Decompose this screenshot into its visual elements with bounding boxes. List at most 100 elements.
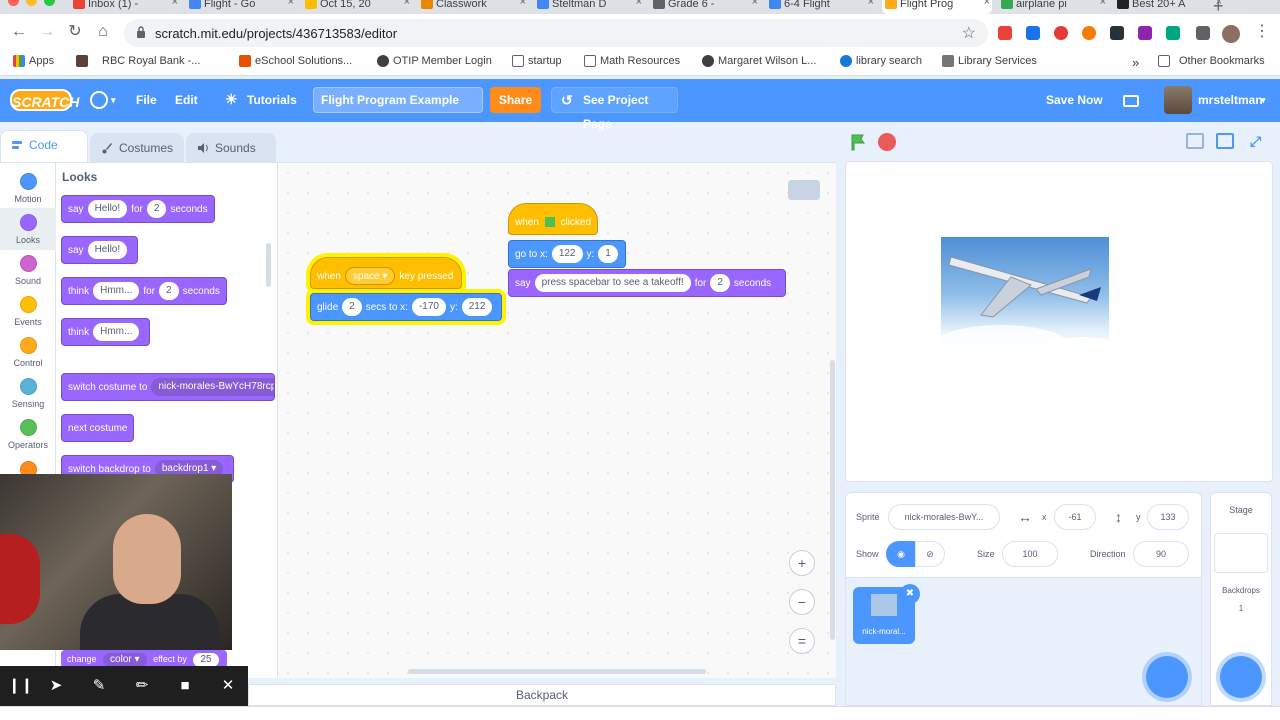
close-icon[interactable]: ✕ bbox=[218, 676, 238, 696]
large-stage-icon[interactable] bbox=[1216, 133, 1234, 149]
browser-tab[interactable]: Flight - Go × bbox=[186, 0, 296, 14]
green-flag-button[interactable] bbox=[849, 132, 869, 152]
seconds-input[interactable]: 2 bbox=[146, 200, 167, 219]
script-area-vertical-scrollbar[interactable] bbox=[830, 360, 835, 640]
extension-icon[interactable] bbox=[1110, 26, 1124, 40]
sprite-direction-input[interactable]: 90 bbox=[1133, 541, 1189, 567]
close-tab-icon[interactable]: × bbox=[636, 0, 642, 8]
tab-code[interactable]: Code bbox=[0, 130, 88, 164]
browser-tab[interactable]: Grade 6 - × bbox=[650, 0, 760, 14]
highlighter-icon[interactable]: ✏ bbox=[132, 676, 152, 696]
switch-costume-block[interactable]: switch costume to nick-morales-BwYcH78rcp bbox=[61, 373, 275, 401]
category-operators[interactable]: Operators bbox=[0, 413, 56, 455]
maximize-window-button[interactable] bbox=[44, 0, 55, 6]
bookmark-apps[interactable]: Apps bbox=[13, 55, 54, 67]
bookmark-library-search[interactable]: library search bbox=[840, 55, 922, 67]
file-menu[interactable]: File bbox=[136, 93, 157, 107]
glide-y-input[interactable]: 212 bbox=[461, 298, 493, 317]
close-tab-icon[interactable]: × bbox=[868, 0, 874, 8]
when-flag-clicked-hat-block[interactable]: when clicked bbox=[508, 203, 598, 235]
zoom-reset-button[interactable]: = bbox=[789, 628, 815, 654]
pen-icon[interactable]: ✎ bbox=[89, 676, 109, 696]
extension-icon[interactable] bbox=[1138, 26, 1152, 40]
see-project-page-button[interactable]: ↺ See Project Page bbox=[551, 87, 678, 131]
costume-dropdown[interactable]: nick-morales-BwYcH78rcp bbox=[151, 378, 274, 397]
add-backdrop-button[interactable] bbox=[1220, 656, 1262, 698]
close-tab-icon[interactable]: × bbox=[752, 0, 758, 8]
browser-tab[interactable]: airplane pi × bbox=[998, 0, 1108, 14]
category-looks[interactable]: Looks bbox=[0, 208, 56, 250]
edit-menu[interactable]: Edit bbox=[175, 93, 198, 107]
show-eye-icon[interactable]: ◉ bbox=[886, 541, 916, 567]
category-motion[interactable]: Motion bbox=[0, 167, 56, 209]
user-avatar[interactable] bbox=[1164, 86, 1192, 114]
language-globe-icon[interactable] bbox=[90, 91, 108, 109]
browser-tab[interactable]: 6-4 Flight × bbox=[766, 0, 876, 14]
bookmark-margaret-wilson[interactable]: Margaret Wilson L... bbox=[702, 55, 816, 67]
say-block[interactable]: say Hello! bbox=[61, 236, 139, 264]
close-tab-icon[interactable]: × bbox=[984, 0, 990, 8]
glide-to-xy-block[interactable]: glide 2 secs to x: -170 y: 212 bbox=[310, 293, 502, 321]
goto-x-input[interactable]: 122 bbox=[551, 245, 583, 264]
minimize-window-button[interactable] bbox=[26, 0, 37, 6]
new-tab-button[interactable]: + bbox=[1213, 0, 1224, 14]
think-text-input[interactable]: Hmm... bbox=[93, 323, 140, 342]
go-to-xy-block[interactable]: go to x: 122 y: 1 bbox=[508, 240, 626, 268]
glide-x-input[interactable]: -170 bbox=[411, 298, 446, 317]
think-for-seconds-block[interactable]: think Hmm... for 2 seconds bbox=[61, 277, 227, 305]
browser-tab[interactable]: Inbox (1) - × bbox=[70, 0, 180, 14]
url-input[interactable]: scratch.mit.edu/projects/436713583/edito… bbox=[124, 19, 988, 47]
category-sensing[interactable]: Sensing bbox=[0, 372, 56, 414]
close-tab-icon[interactable]: × bbox=[404, 0, 410, 8]
close-tab-icon[interactable]: × bbox=[288, 0, 294, 8]
bookmark-rbc[interactable]: RBC Royal Bank -... bbox=[76, 55, 200, 67]
think-block[interactable]: think Hmm... bbox=[61, 318, 151, 346]
close-tab-icon[interactable]: × bbox=[172, 0, 178, 8]
browser-tab[interactable]: Best 20+ A × bbox=[1114, 0, 1224, 14]
close-tab-icon[interactable]: × bbox=[520, 0, 526, 8]
pointer-icon[interactable]: ➤ bbox=[46, 676, 66, 696]
glide-seconds-input[interactable]: 2 bbox=[342, 298, 362, 317]
save-now-button[interactable]: Save Now bbox=[1046, 93, 1103, 107]
project-title-input[interactable]: Flight Program Example bbox=[313, 87, 483, 113]
pause-icon[interactable]: ❙❙ bbox=[8, 676, 33, 696]
back-icon[interactable]: ← bbox=[9, 22, 29, 42]
say-for-seconds-block[interactable]: say Hello! for 2 seconds bbox=[61, 195, 215, 223]
next-costume-block[interactable]: next costume bbox=[61, 414, 135, 442]
bookmark-eschool[interactable]: eSchool Solutions... bbox=[239, 55, 352, 67]
share-button[interactable]: Share bbox=[490, 87, 541, 113]
zoom-out-button[interactable]: − bbox=[789, 589, 815, 615]
stop-button[interactable] bbox=[878, 133, 896, 151]
tab-costumes[interactable]: Costumes bbox=[90, 133, 184, 163]
kebab-menu-icon[interactable]: ⋮ bbox=[1252, 22, 1272, 42]
sprite-y-input[interactable]: 133 bbox=[1147, 504, 1189, 530]
bookmark-library-services[interactable]: Library Services bbox=[942, 55, 1037, 67]
hide-eye-icon[interactable]: ⊘ bbox=[915, 541, 945, 567]
script-area-horizontal-scrollbar[interactable] bbox=[408, 669, 706, 674]
sprite-x-input[interactable]: -61 bbox=[1054, 504, 1096, 530]
sprite-name-input[interactable]: nick-morales-BwY... bbox=[888, 504, 1000, 530]
scratch-logo[interactable]: SCRATCH bbox=[10, 89, 79, 111]
close-tab-icon[interactable]: × bbox=[1100, 0, 1106, 8]
sprite-size-input[interactable]: 100 bbox=[1002, 541, 1058, 567]
small-stage-icon[interactable] bbox=[1186, 133, 1204, 149]
key-dropdown[interactable]: space ▾ bbox=[344, 267, 396, 286]
extension-icon[interactable] bbox=[1026, 26, 1040, 40]
browser-tab[interactable]: Oct 15, 20 × bbox=[302, 0, 412, 14]
palette-scrollbar[interactable] bbox=[266, 243, 271, 287]
my-stuff-folder-icon[interactable] bbox=[1123, 95, 1139, 107]
close-window-button[interactable] bbox=[8, 0, 19, 6]
tab-sounds[interactable]: Sounds bbox=[186, 133, 276, 163]
username-menu[interactable]: mrsteltman bbox=[1198, 93, 1263, 107]
say-seconds-input[interactable]: 2 bbox=[710, 274, 730, 293]
more-bookmarks-chevron-icon[interactable]: » bbox=[1132, 55, 1139, 70]
say-for-seconds-script-block[interactable]: say press spacebar to see a takeoff! for 2 s… bbox=[508, 269, 786, 297]
zoom-in-button[interactable]: + bbox=[789, 550, 815, 576]
tutorials-menu[interactable]: Tutorials bbox=[247, 93, 297, 107]
category-sound[interactable]: Sound bbox=[0, 249, 56, 291]
think-text-input[interactable]: Hmm... bbox=[93, 282, 140, 301]
effect-dropdown[interactable]: color ▾ bbox=[103, 652, 147, 667]
effect-value-input[interactable]: 25 bbox=[193, 652, 219, 667]
forward-icon[interactable]: → bbox=[37, 22, 57, 42]
extension-icon[interactable] bbox=[998, 26, 1012, 40]
